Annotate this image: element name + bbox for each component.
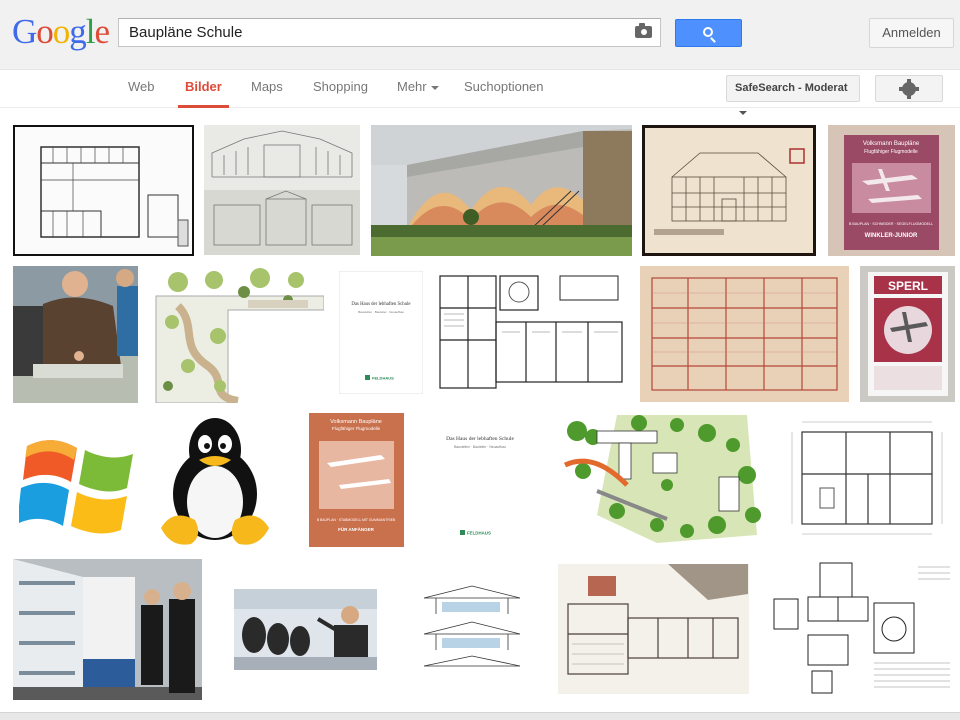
image-result-6[interactable] <box>13 266 138 403</box>
image-result-19[interactable] <box>234 589 377 670</box>
google-logo[interactable]: Google <box>12 14 110 49</box>
poster-3-line: B BAUPLAN · STABMODELL MIT GUMMIANTRIEB <box>317 518 396 522</box>
search-box[interactable] <box>118 18 661 47</box>
search-button[interactable] <box>675 19 742 47</box>
image-result-13[interactable] <box>155 410 275 548</box>
book-cover-subtitle: Baustellen · Bauleiter · Neuaufbau <box>358 310 404 314</box>
image-result-8[interactable]: Das Haus der lebhaften Schule Baustellen… <box>339 271 423 394</box>
poster-1-title: Volksmann Baupläne <box>863 141 920 147</box>
gear-icon <box>902 79 916 99</box>
publisher-label: FELDHAUS <box>372 376 394 381</box>
tab-web[interactable]: Web <box>128 70 155 108</box>
search-input[interactable] <box>119 19 619 46</box>
poster-3-name: FÜR ANFÄNGER <box>338 526 375 532</box>
image-result-14[interactable]: Volksmann Baupläne Flugfähiger Flugmodel… <box>309 413 404 547</box>
image-result-12[interactable] <box>19 428 137 534</box>
publisher-label-2: FELDHAUS <box>467 531 491 536</box>
image-result-10[interactable] <box>640 266 849 402</box>
safesearch-dropdown[interactable]: SafeSearch - Moderat <box>726 75 860 116</box>
image-result-11[interactable]: SPERL <box>860 266 955 402</box>
image-result-16[interactable] <box>557 415 770 545</box>
tab-search-options[interactable]: Suchoptionen <box>464 70 544 108</box>
poster-3-subtitle: Flugfähiger Flugmodelle <box>332 426 381 431</box>
poster-2-title: SPERL <box>888 279 928 293</box>
image-result-4[interactable] <box>642 125 816 256</box>
book-cover-subtitle-2: Baustellen · Bauleiter · Neuaufbau <box>454 445 506 449</box>
tab-maps[interactable]: Maps <box>251 70 283 108</box>
nav-bar: Web Bilder Maps Shopping Mehr Suchoption… <box>0 70 960 116</box>
poster-3-title: Volksmann Baupläne <box>330 419 382 425</box>
image-result-2[interactable] <box>204 125 360 255</box>
image-result-22[interactable] <box>764 559 955 700</box>
image-result-7[interactable] <box>148 266 324 403</box>
chevron-down-icon <box>739 111 747 116</box>
settings-button[interactable] <box>875 75 943 102</box>
book-cover-title: Das Haus der lebhaften Schule <box>351 302 410 307</box>
search-icon <box>703 27 713 37</box>
tab-more-label: Mehr <box>397 79 427 94</box>
tab-more[interactable]: Mehr <box>397 70 439 108</box>
image-result-21[interactable] <box>558 564 749 694</box>
book-cover-title-2: Das Haus der lebhaften Schule <box>446 435 514 442</box>
image-result-5[interactable]: Volksmann Baupläne Flugfähiger Flugmodel… <box>828 125 955 256</box>
tab-images[interactable]: Bilder <box>178 70 229 108</box>
image-result-3[interactable] <box>371 125 632 256</box>
image-result-1[interactable] <box>13 125 194 256</box>
image-result-18[interactable] <box>13 559 202 700</box>
image-result-20[interactable] <box>418 574 526 682</box>
top-bar: Google Anmelden <box>0 0 960 70</box>
tab-shopping[interactable]: Shopping <box>313 70 368 108</box>
image-result-15[interactable]: Das Haus der lebhaften Schule Baustellen… <box>420 416 540 544</box>
image-result-17[interactable] <box>780 412 955 548</box>
poster-1-line: B BAUPLAN · SCHNEIDER · SEGELFLUGMODELL <box>849 222 933 226</box>
image-result-9[interactable] <box>432 268 629 398</box>
poster-1-subtitle: Flugfähiger Flugmodelle <box>864 149 918 155</box>
sign-in-button[interactable]: Anmelden <box>869 18 954 48</box>
camera-icon[interactable] <box>635 23 652 38</box>
chevron-down-icon <box>430 85 439 90</box>
poster-1-name: WINKLER-JUNIOR <box>865 233 918 239</box>
safesearch-label: SafeSearch - Moderat <box>735 82 848 94</box>
horizontal-scrollbar[interactable] <box>0 712 960 720</box>
